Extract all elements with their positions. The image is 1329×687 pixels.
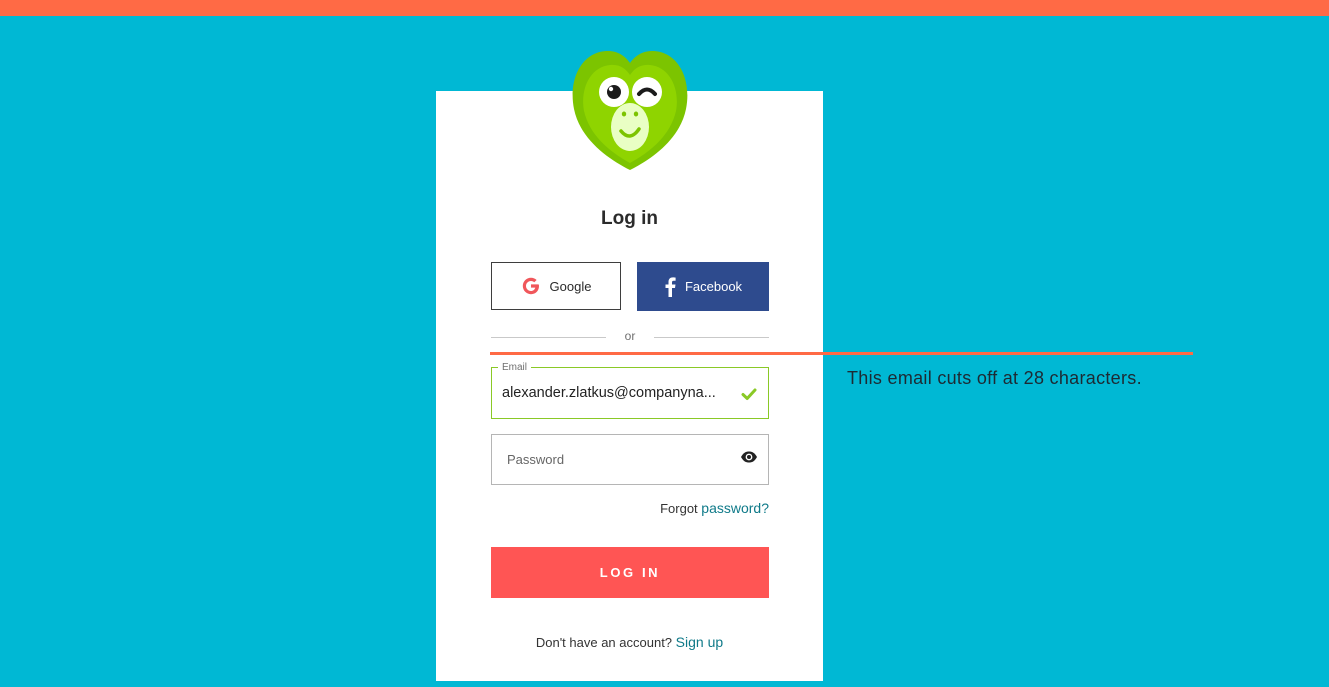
annotation-text: This email cuts off at 28 characters.: [847, 368, 1142, 388]
facebook-button-label: Facebook: [684, 279, 743, 294]
facebook-login-button[interactable]: Facebook: [637, 262, 769, 311]
login-title: Log in: [601, 208, 658, 229]
google-login-button[interactable]: Google: [491, 262, 621, 310]
annotation-line: [490, 352, 1193, 355]
email-value[interactable]: alexander.zlatkus@companyna...: [502, 385, 716, 401]
eye-icon[interactable]: [740, 450, 758, 464]
monkey-logo-icon: [572, 51, 688, 170]
top-accent-bar: [0, 0, 1329, 16]
login-button[interactable]: LOG IN: [491, 547, 769, 598]
signup-link[interactable]: Sign up: [676, 634, 723, 650]
divider-line-right: [654, 337, 769, 338]
password-placeholder: Password: [507, 452, 565, 467]
forgot-password-link[interactable]: password?: [701, 500, 769, 516]
forgot-password: Forgot password?: [560, 500, 769, 516]
facebook-icon: [665, 276, 676, 297]
check-icon: [741, 388, 757, 400]
signup-prompt: Don't have an account? Sign up: [436, 634, 823, 650]
signup-prefix: Don't have an account?: [535, 635, 673, 650]
google-icon: [522, 277, 539, 295]
google-button-label: Google: [549, 278, 592, 294]
divider-line-left: [491, 337, 606, 338]
forgot-prefix: Forgot: [660, 501, 698, 516]
divider-or-text: or: [624, 329, 636, 343]
email-label: Email: [498, 362, 532, 373]
